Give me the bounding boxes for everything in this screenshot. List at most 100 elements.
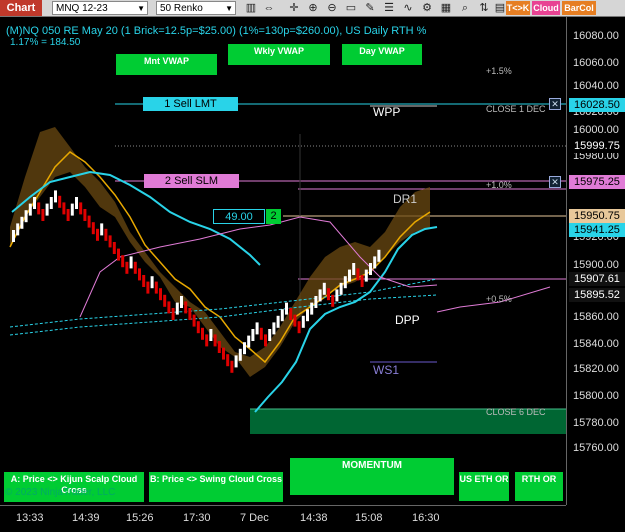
ws1-label: WS1 [373, 363, 400, 377]
renko-brick [243, 342, 246, 355]
cancel-sell-slm-icon[interactable]: ✕ [549, 176, 561, 188]
renko-brick [272, 322, 276, 335]
tk-plugin-button[interactable]: T<>K [506, 1, 530, 15]
renko-brick [201, 327, 204, 340]
bar-width-icon[interactable]: ⇔ [262, 1, 276, 15]
instrument-selector[interactable]: MNQ 12-23 ▼ [52, 1, 148, 15]
chevron-down-icon: ▼ [225, 4, 233, 13]
trade-icon[interactable]: ⇅ [477, 1, 491, 15]
price-plot[interactable]: (M)NQ 050 RE May 20 (1 Brick=12.5p=$25.0… [0, 17, 566, 505]
renko-brick [314, 296, 318, 308]
crosshair-icon[interactable]: ✛ [287, 1, 301, 15]
renko-brick [100, 223, 104, 236]
renko-brick [54, 190, 57, 203]
pct-10-label: +1.0% [486, 180, 512, 190]
sell-lmt-order[interactable]: 1 Sell LMT [143, 97, 238, 111]
time-axis[interactable]: 13:33 14:39 15:26 17:30 7 Dec 14:38 15:08 16:30 [0, 505, 566, 532]
momentum-button[interactable]: MOMENTUM [290, 458, 454, 495]
renko-brick [184, 301, 188, 314]
price-axis[interactable]: 16080.00 16060.00 16040.00 16020.00 16000.00… [566, 17, 625, 505]
renko-brick [205, 334, 209, 347]
renko-brick [108, 235, 112, 248]
price-marker: 16028.50 [569, 98, 625, 112]
position-quantity[interactable]: 2 [266, 209, 281, 224]
price-tick: 15820.00 [573, 363, 619, 375]
window-icon[interactable]: ▭ [344, 1, 358, 15]
renko-brick [96, 228, 99, 241]
renko-brick [255, 322, 259, 335]
swing-cloud [10, 127, 430, 377]
sell-slm-order[interactable]: 2 Sell SLM [144, 174, 239, 188]
renko-brick [377, 249, 381, 262]
price-marker: 15907.61 [569, 272, 625, 286]
data-box-icon[interactable]: ▦ [439, 1, 453, 15]
chevron-down-icon: ▼ [137, 4, 145, 13]
renko-brick [171, 308, 175, 320]
price-tick: 15840.00 [573, 338, 619, 350]
renko-brick [20, 216, 24, 229]
renko-brick [180, 296, 183, 308]
cloud-plugin-button[interactable]: Cloud [532, 1, 560, 15]
renko-brick [335, 289, 339, 302]
chart-style-icon[interactable]: ▥ [244, 1, 258, 15]
properties-icon[interactable]: ▤ [493, 1, 507, 15]
renko-brick [16, 223, 20, 236]
pencil-icon[interactable]: ✎ [363, 1, 377, 15]
chart-tab[interactable]: Chart [0, 0, 42, 16]
zoom-in-icon[interactable]: ⊕ [306, 1, 320, 15]
barcol-plugin-button[interactable]: BarCol [562, 1, 596, 15]
close-1-dec-label: CLOSE 1 DEC [486, 104, 546, 114]
renko-brick [112, 242, 116, 254]
price-chart-canvas [9, 103, 566, 434]
price-marker: 15941.25 [569, 223, 625, 237]
instrument-value: MNQ 12-23 [56, 3, 108, 14]
renko-brick [192, 314, 196, 327]
day-vwap-button[interactable]: Day VWAP [342, 44, 422, 65]
renko-brick [196, 321, 200, 334]
cancel-sell-lmt-icon[interactable]: ✕ [549, 98, 561, 110]
renko-brick [159, 288, 162, 301]
strategy-icon[interactable]: ⚙ [420, 1, 434, 15]
renko-brick [129, 256, 133, 269]
list-icon[interactable]: ☰ [382, 1, 396, 15]
renko-brick [33, 197, 36, 209]
wkly-vwap-button[interactable]: Wkly VWAP [228, 44, 330, 65]
renko-brick [87, 215, 91, 228]
bar-type-selector[interactable]: 50 Renko ▼ [156, 1, 236, 15]
renko-brick [188, 308, 192, 320]
rth-or-button[interactable]: RTH OR [515, 472, 563, 501]
renko-brick [348, 269, 351, 282]
renko-brick [125, 261, 129, 274]
renko-brick [322, 282, 326, 295]
renko-brick [28, 203, 32, 216]
indicators-icon[interactable]: ∿ [401, 1, 415, 15]
renko-brick [356, 268, 360, 281]
renko-brick [259, 327, 263, 340]
bar-type-value: 50 Renko [160, 3, 203, 14]
renko-brick [79, 202, 83, 215]
magnifier-icon[interactable]: ⌕ [458, 1, 472, 15]
renko-brick [213, 334, 217, 347]
renko-brick [133, 261, 137, 274]
price-tick: 15860.00 [573, 311, 619, 323]
time-tick: 14:39 [72, 512, 100, 524]
renko-brick [352, 263, 356, 275]
renko-brick [226, 354, 230, 367]
zoom-out-icon[interactable]: ⊖ [325, 1, 339, 15]
renko-brick [45, 203, 49, 216]
renko-brick [146, 281, 150, 294]
time-tick: 17:30 [183, 512, 211, 524]
renko-brick [121, 255, 125, 268]
position-price[interactable]: 49.00 [213, 209, 265, 224]
renko-brick [268, 329, 272, 341]
renko-brick [12, 230, 15, 242]
renko-brick [234, 355, 238, 368]
swing-cross-button[interactable]: B: Price <> Swing Cloud Cross [149, 472, 283, 502]
renko-brick [289, 308, 293, 320]
pct-05-label: +0.5% [486, 294, 512, 304]
renko-brick [163, 294, 167, 307]
us-eth-or-button[interactable]: US ETH OR [459, 472, 509, 501]
renko-brick [297, 321, 301, 334]
renko-brick [83, 209, 87, 221]
mnt-vwap-button[interactable]: Mnt VWAP [116, 54, 217, 75]
